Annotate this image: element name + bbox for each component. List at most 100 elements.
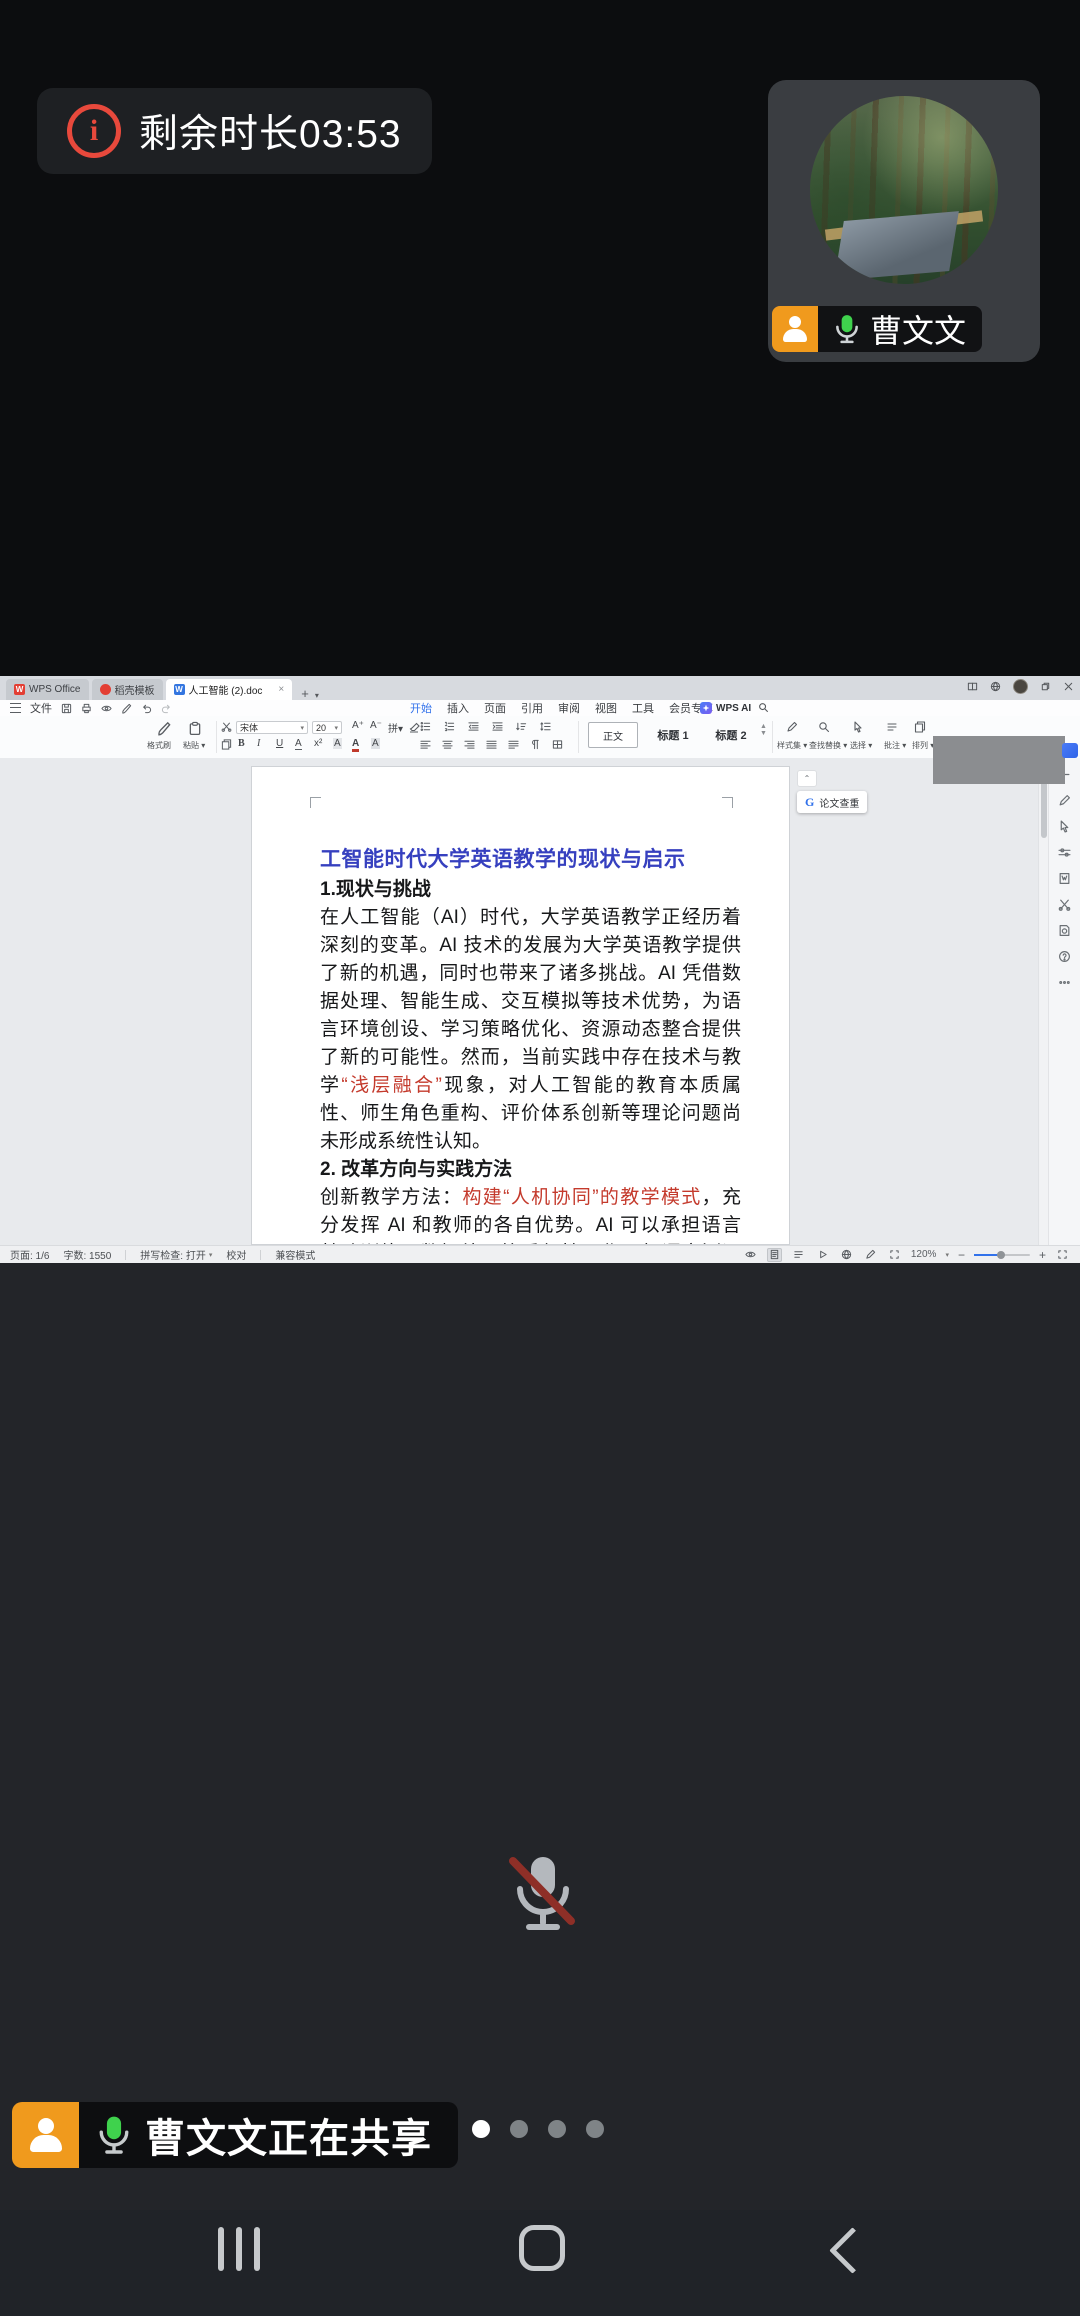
search-icon[interactable] — [758, 702, 769, 716]
wps-ai-side-button[interactable] — [1062, 743, 1078, 758]
word-count[interactable]: 字数: 1550 — [63, 1247, 111, 1262]
align-d-icon[interactable] — [508, 739, 519, 750]
user-avatar[interactable] — [1013, 679, 1028, 694]
nav-home-button[interactable] — [519, 2225, 565, 2271]
zoom-slider[interactable] — [974, 1254, 1030, 1256]
copy-icon[interactable] — [221, 739, 232, 752]
document-page[interactable]: I 工智能时代大学英语教学的现状与启示 1.现状与挑战在人工智能（AI）时代，大… — [251, 766, 790, 1245]
view-pen-icon[interactable] — [863, 1248, 878, 1262]
para-icon[interactable] — [530, 739, 541, 750]
align-r-icon[interactable] — [464, 739, 475, 750]
new-tab-button[interactable]: + — [301, 687, 309, 700]
char-format-4[interactable]: x² — [314, 738, 322, 749]
style-gallery-scroll[interactable]: ▲▼ — [760, 723, 767, 737]
font-name-select[interactable]: 宋体▾ — [236, 721, 308, 734]
view-fit-icon[interactable] — [887, 1248, 902, 1262]
menu-插入[interactable]: 插入 — [447, 700, 469, 716]
page-dot-3[interactable] — [586, 2120, 604, 2138]
view-globe-icon[interactable] — [839, 1248, 854, 1262]
window-globe-button[interactable] — [990, 681, 1001, 692]
批注-label[interactable]: 批注 ▾ — [884, 740, 906, 751]
numbering-icon[interactable] — [444, 721, 455, 732]
样式集-icon[interactable] — [786, 721, 798, 733]
char-format-7[interactable]: A — [371, 738, 380, 749]
table-icon[interactable] — [552, 739, 563, 750]
window-close-button[interactable] — [1063, 681, 1074, 692]
char-format-5[interactable]: A — [333, 738, 342, 749]
participant-tile[interactable]: 曹文文 — [768, 80, 1040, 362]
vertical-scrollbar[interactable] — [1038, 758, 1048, 1245]
sort-icon[interactable] — [516, 721, 527, 732]
sliders-rail-icon[interactable] — [1058, 846, 1071, 859]
align-l-icon[interactable] — [420, 739, 431, 750]
indent-dec-icon[interactable] — [468, 721, 479, 732]
undo-icon[interactable] — [141, 703, 152, 714]
dots-rail-icon[interactable] — [1058, 976, 1071, 989]
page-dot-0[interactable] — [472, 2120, 490, 2138]
document-tab[interactable]: WWPS Office — [6, 679, 89, 700]
align-c-icon[interactable] — [442, 739, 453, 750]
view-list-icon[interactable] — [791, 1248, 806, 1262]
menu-视图[interactable]: 视图 — [595, 700, 617, 716]
view-pagebox-icon[interactable] — [767, 1248, 782, 1262]
spell-check[interactable]: 拼写检查: 打开 ▾ — [140, 1247, 212, 1262]
document-area[interactable]: I 工智能时代大学英语教学的现状与启示 1.现状与挑战在人工智能（AI）时代，大… — [0, 758, 1048, 1245]
shrink-font-button[interactable]: A⁻ — [370, 720, 382, 731]
grow-font-button[interactable]: A⁺ — [352, 720, 364, 731]
char-format-6[interactable]: A — [352, 738, 359, 752]
save-icon[interactable] — [61, 703, 72, 714]
查找替换-icon[interactable] — [818, 721, 830, 733]
collapse-chip-button[interactable]: ⌃ — [797, 770, 817, 787]
document-tab[interactable]: 稻壳模板 — [92, 679, 163, 700]
menu-页面[interactable]: 页面 — [484, 700, 506, 716]
document-tab[interactable]: W人工智能 (2).doc× — [166, 679, 293, 700]
help-rail-icon[interactable] — [1058, 950, 1071, 963]
char-format-3[interactable]: A — [295, 738, 302, 750]
mic-muted-icon[interactable] — [501, 1851, 585, 1939]
docsearch-rail-icon[interactable] — [1058, 924, 1071, 937]
批注-icon[interactable] — [886, 721, 898, 733]
paste-icon[interactable] — [188, 721, 202, 738]
redo-icon[interactable] — [161, 703, 172, 714]
char-format-0[interactable]: B — [238, 738, 245, 749]
brush-icon[interactable] — [121, 703, 132, 714]
view-eye-icon[interactable] — [743, 1248, 758, 1262]
pen-rail-icon[interactable] — [1058, 794, 1071, 807]
char-format-1[interactable]: I — [257, 738, 260, 749]
page-dot-1[interactable] — [510, 2120, 528, 2138]
wps-ai-menu[interactable]: WPS AI — [700, 702, 751, 714]
close-tab-icon[interactable]: × — [278, 684, 284, 695]
zoom-knob[interactable] — [997, 1251, 1005, 1259]
paper-check-chip[interactable]: G 论文查重 — [797, 791, 867, 813]
char-format-2[interactable]: U — [276, 738, 283, 749]
排列-icon[interactable] — [914, 721, 926, 733]
zoom-in-button[interactable]: + — [1039, 1248, 1046, 1262]
排列-label[interactable]: 排列 ▾ — [912, 740, 934, 751]
page-dot-2[interactable] — [548, 2120, 566, 2138]
window-split-button[interactable] — [967, 681, 978, 692]
选择-label[interactable]: 选择 ▾ — [850, 740, 872, 751]
hamburger-icon[interactable] — [10, 703, 21, 713]
align-j-icon[interactable] — [486, 739, 497, 750]
clear-format-icon[interactable] — [408, 721, 420, 735]
cut-icon[interactable] — [221, 721, 232, 734]
file-menu[interactable]: 文件 — [30, 700, 52, 716]
proofread[interactable]: 校对 — [226, 1247, 246, 1262]
nav-recents-button[interactable] — [218, 2227, 260, 2271]
fullscreen-icon[interactable] — [1055, 1248, 1070, 1262]
print-icon[interactable] — [81, 703, 92, 714]
zoom-out-button[interactable]: − — [958, 1248, 965, 1262]
zoom-level[interactable]: 120% — [911, 1249, 937, 1260]
phonetic-guide-button[interactable]: 拼▾ — [388, 720, 403, 735]
menu-工具[interactable]: 工具 — [632, 700, 654, 716]
scissors-rail-icon[interactable] — [1058, 898, 1071, 911]
bullets-icon[interactable] — [420, 721, 431, 732]
cursor-rail-icon[interactable] — [1058, 820, 1071, 833]
style-标题 1[interactable]: 标题 1 — [646, 722, 700, 748]
font-size-select[interactable]: 20▾ — [312, 721, 342, 734]
nav-back-button[interactable] — [829, 2227, 876, 2274]
样式集-label[interactable]: 样式集 ▾ — [777, 740, 807, 751]
paste-label[interactable]: 粘贴 ▾ — [183, 740, 205, 751]
spacing-icon[interactable] — [540, 721, 551, 732]
menu-引用[interactable]: 引用 — [521, 700, 543, 716]
